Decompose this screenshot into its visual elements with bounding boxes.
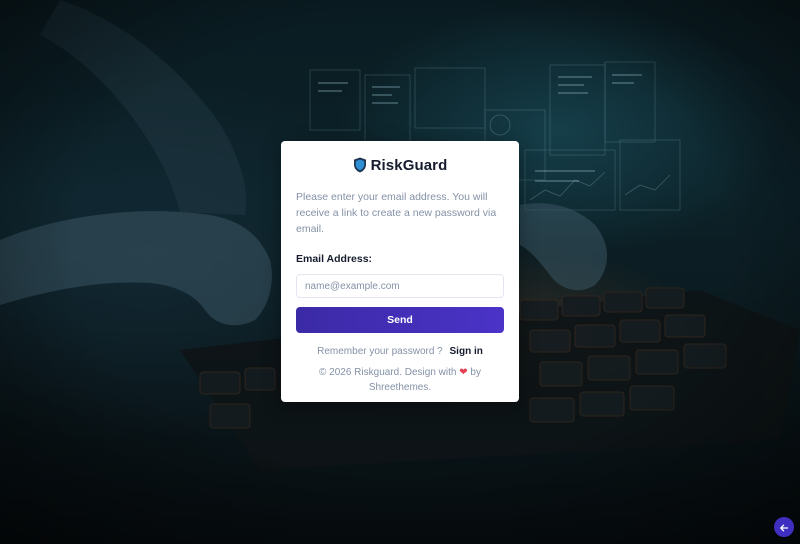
brand-name: RiskGuard bbox=[370, 156, 448, 174]
instructions-text: Please enter your email address. You wil… bbox=[296, 191, 497, 235]
email-label: Email Address: bbox=[296, 253, 373, 265]
copyright-prefix: © 2026 Riskguard. Design with bbox=[319, 367, 457, 378]
shield-icon bbox=[353, 157, 367, 173]
heart-icon: ❤ bbox=[459, 367, 468, 378]
forgot-password-card: RiskGuard Please enter your email addres… bbox=[281, 141, 519, 402]
back-button[interactable] bbox=[774, 517, 794, 537]
sign-in-link[interactable]: Sign in bbox=[450, 346, 483, 357]
email-input[interactable] bbox=[296, 274, 504, 298]
remember-password-row: Remember your password ? Sign in bbox=[296, 346, 504, 357]
brand[interactable]: RiskGuard bbox=[296, 155, 504, 175]
arrow-left-icon bbox=[779, 518, 789, 537]
copyright-footer: © 2026 Riskguard. Design with ❤ by Shree… bbox=[296, 365, 504, 395]
remember-password-text: Remember your password ? bbox=[317, 346, 443, 357]
send-button[interactable]: Send bbox=[296, 307, 504, 333]
